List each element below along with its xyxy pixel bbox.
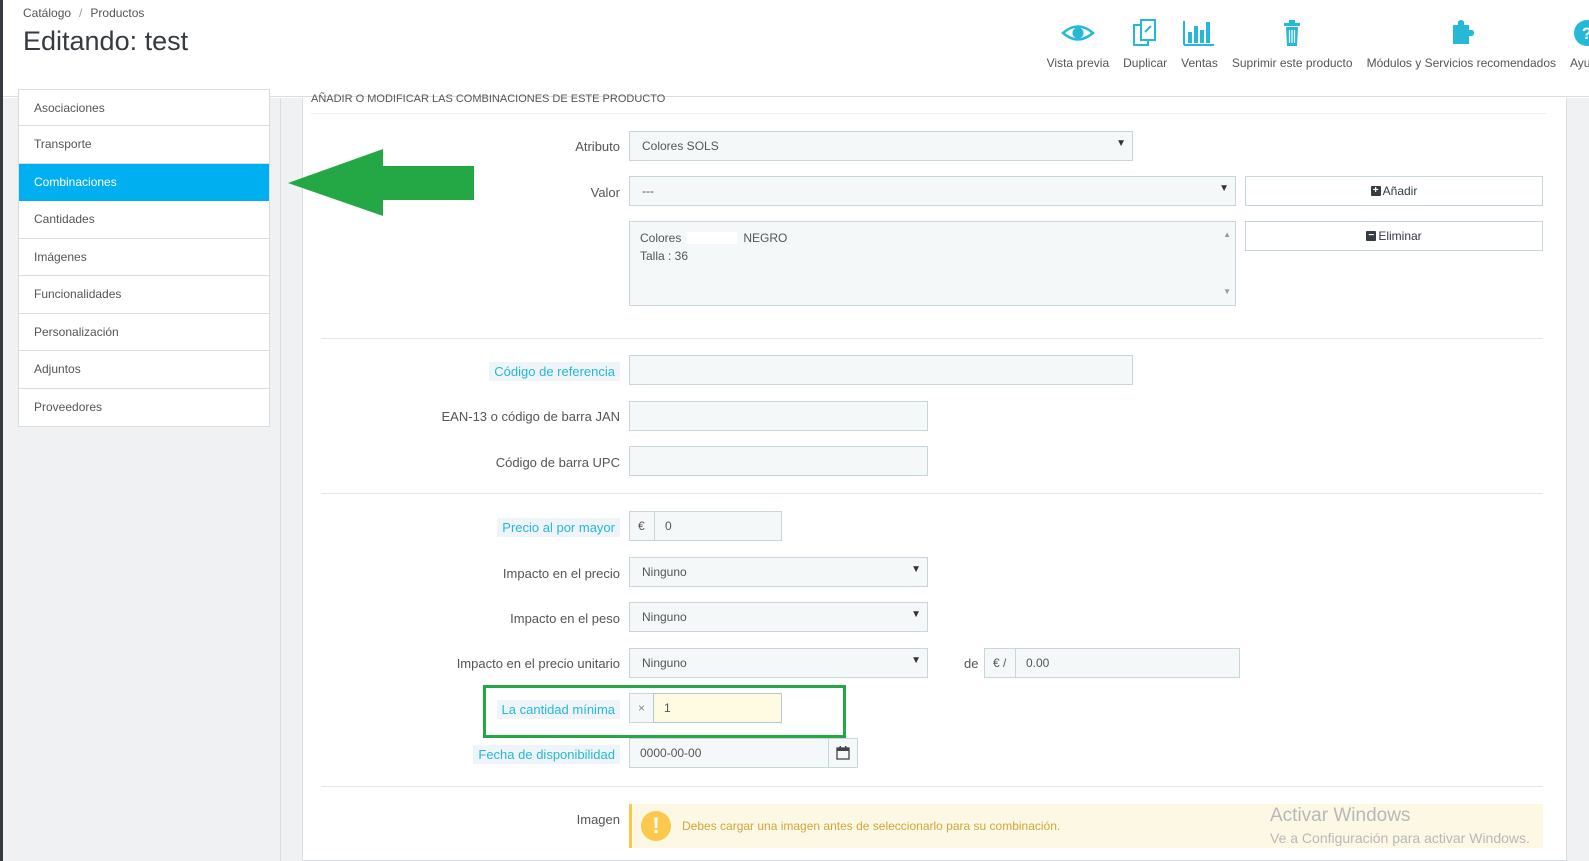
trash-icon: [1284, 20, 1301, 46]
unit-price-de-label: de: [964, 656, 979, 671]
availability-date-input[interactable]: 0000-00-00: [629, 738, 829, 768]
window-edge: [0, 0, 3, 861]
sidebar-item-proveedores[interactable]: Proveedores: [19, 389, 269, 427]
delete-label: Suprimir este producto: [1231, 56, 1353, 70]
help-label: Ayuda: [1570, 56, 1589, 70]
list-item-attribute: Colores: [640, 231, 682, 245]
wholesale-price-label: Precio al por mayor: [497, 518, 620, 537]
list-item[interactable]: Colores NEGRO: [640, 229, 1225, 247]
bar-chart-icon: [1183, 21, 1215, 46]
list-item-value: NEGRO: [743, 231, 788, 245]
watermark-title: Activar Windows: [1270, 805, 1411, 826]
price-impact-value: Ninguno: [642, 565, 687, 579]
calendar-button[interactable]: [828, 738, 858, 768]
attribute-select-value: Colores SOLS: [642, 139, 719, 153]
value-select[interactable]: --- ▼: [629, 176, 1236, 206]
toolbar: Vista previa Duplicar Ventas Suprimir es…: [1040, 18, 1589, 70]
breadcrumb-products[interactable]: Productos: [90, 6, 144, 20]
watermark-subtitle: Ve a Configuración para activar Windows.: [1270, 830, 1530, 846]
sales-label: Ventas: [1181, 56, 1218, 70]
reference-label: Código de referencia: [489, 362, 620, 381]
scroll-up-icon[interactable]: ▲: [1223, 226, 1231, 244]
price-impact-select[interactable]: Ninguno ▼: [629, 557, 928, 587]
page-title: Editando: test: [23, 26, 189, 56]
unit-currency-addon: € /: [984, 648, 1016, 678]
warning-icon: !: [641, 811, 671, 841]
modules-label: Módulos y Servicios recomendados: [1366, 56, 1556, 70]
remove-button-label: Eliminar: [1378, 229, 1422, 243]
caret-down-icon: ▼: [1219, 183, 1229, 194]
attribute-label: Atributo: [575, 139, 620, 154]
eye-icon: [1060, 25, 1095, 41]
delete-product-button[interactable]: Suprimir este producto: [1225, 18, 1360, 70]
weight-impact-select[interactable]: Ninguno ▼: [629, 602, 928, 632]
annotation-highlight-box: [483, 685, 846, 738]
modules-button[interactable]: Módulos y Servicios recomendados: [1360, 18, 1563, 70]
help-button[interactable]: ? Ayuda: [1563, 18, 1589, 70]
panel-heading: Añadir o modificar las combinaciones de …: [311, 88, 1546, 114]
breadcrumb-catalog[interactable]: Catálogo: [23, 6, 71, 20]
list-item[interactable]: Talla : 36: [640, 247, 1225, 265]
caret-down-icon: ▼: [1116, 138, 1126, 149]
preview-button[interactable]: Vista previa: [1040, 18, 1116, 70]
attribute-select[interactable]: Colores SOLS ▼: [629, 131, 1133, 161]
page-header: Catálogo / Productos Editando: test Vista …: [0, 0, 1589, 97]
product-tabs-sidebar: Asociaciones Transporte Combinaciones Ca…: [18, 89, 270, 427]
sidebar-item-combinaciones[interactable]: Combinaciones: [19, 163, 269, 201]
copy-icon: [1133, 19, 1157, 46]
warning-text: Debes cargar una imagen antes de selecci…: [682, 819, 1061, 833]
svg-text:?: ?: [1582, 24, 1589, 43]
scroll-down-icon[interactable]: ▼: [1223, 283, 1231, 301]
upc-label: Código de barra UPC: [495, 455, 620, 470]
ean13-input[interactable]: [629, 401, 928, 431]
unit-price-impact-select[interactable]: Ninguno ▼: [629, 648, 928, 678]
breadcrumb-separator: /: [79, 6, 83, 20]
upc-input[interactable]: [629, 446, 928, 476]
sidebar-item-adjuntos[interactable]: Adjuntos: [19, 351, 269, 389]
divider: [321, 338, 1543, 339]
preview-label: Vista previa: [1046, 56, 1110, 70]
sidebar-item-cantidades[interactable]: Cantidades: [19, 201, 269, 239]
currency-addon: €: [629, 511, 655, 541]
duplicate-button[interactable]: Duplicar: [1116, 18, 1174, 70]
help-icon: ?: [1574, 20, 1589, 46]
breadcrumb: Catálogo / Productos: [23, 6, 144, 20]
divider: [321, 493, 1543, 494]
minus-square-icon: −: [1366, 231, 1377, 241]
sidebar-item-personalizacion[interactable]: Personalización: [19, 314, 269, 351]
calendar-icon: [836, 746, 850, 760]
sidebar-item-asociaciones[interactable]: Asociaciones: [19, 90, 269, 126]
puzzle-icon: [1453, 20, 1475, 44]
ean13-label: EAN-13 o código de barra JAN: [441, 409, 620, 424]
add-button-label: Añadir: [1382, 184, 1418, 198]
weight-impact-value: Ninguno: [642, 610, 687, 624]
divider: [321, 786, 1543, 787]
weight-impact-label: Impacto en el peso: [510, 611, 620, 626]
caret-down-icon: ▼: [911, 609, 921, 620]
unit-price-input[interactable]: 0.00: [1015, 648, 1240, 678]
windows-activation-watermark: Activar Windows Ve a Configuración para …: [1270, 805, 1530, 846]
duplicate-label: Duplicar: [1123, 56, 1168, 70]
combination-listbox[interactable]: Colores NEGRO Talla : 36 ▲ ▼: [629, 221, 1236, 306]
wholesale-price-input[interactable]: 0: [654, 511, 782, 541]
remove-combination-button[interactable]: − Eliminar: [1245, 221, 1543, 251]
sidebar-item-transporte[interactable]: Transporte: [19, 126, 269, 164]
unit-price-impact-value: Ninguno: [642, 656, 687, 670]
sales-button[interactable]: Ventas: [1174, 18, 1225, 70]
redacted-text: [687, 232, 738, 244]
reference-input[interactable]: [629, 355, 1133, 385]
sidebar-item-imagenes[interactable]: Imágenes: [19, 239, 269, 276]
price-impact-label: Impacto en el precio: [502, 566, 620, 581]
plus-square-icon: +: [1370, 186, 1381, 196]
caret-down-icon: ▼: [911, 564, 921, 575]
availability-date-label: Fecha de disponibilidad: [473, 745, 620, 764]
sidebar-item-funcionalidades[interactable]: Funcionalidades: [19, 276, 269, 314]
annotation-arrow: [288, 149, 474, 216]
value-label: Valor: [590, 185, 620, 200]
unit-price-impact-label: Impacto en el precio unitario: [456, 656, 620, 671]
image-label: Imagen: [576, 812, 620, 827]
add-combination-button[interactable]: + Añadir: [1245, 176, 1543, 206]
value-select-value: ---: [642, 184, 654, 198]
caret-down-icon: ▼: [911, 655, 921, 666]
